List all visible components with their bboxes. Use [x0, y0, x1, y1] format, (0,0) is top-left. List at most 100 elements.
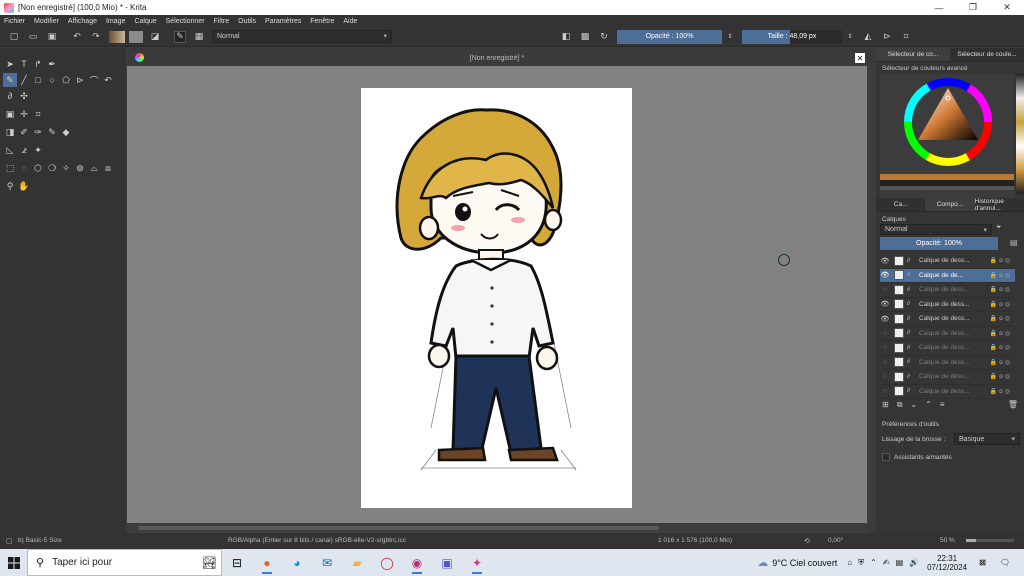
mirror-horizontal-icon[interactable]: ◭: [862, 31, 874, 43]
layer-name[interactable]: Calque de dess...: [919, 359, 990, 366]
document-tab[interactable]: [Non enregistré] * ✕: [127, 50, 867, 66]
layer-menu-icon[interactable]: ▤: [1010, 238, 1018, 247]
zoom-tool-icon[interactable]: ⚲: [3, 179, 17, 193]
menu-outils[interactable]: Outils: [238, 18, 256, 25]
opera-gx-icon[interactable]: ◉: [402, 549, 432, 576]
visibility-eye-icon[interactable]: ○: [880, 330, 890, 337]
open-folder-icon[interactable]: ▭: [27, 31, 39, 43]
bezier-tool-icon[interactable]: ⌒: [87, 73, 101, 87]
freehand-select-icon[interactable]: ❍: [45, 161, 59, 175]
layer-row[interactable]: ○ ∂ Calque de dess... 🔒α◎: [880, 356, 1015, 370]
layer-flags-icon[interactable]: 🔒α◎: [990, 272, 1015, 279]
polyline-tool-icon[interactable]: ⊳: [73, 73, 87, 87]
add-layer-icon[interactable]: ⊞: [882, 400, 889, 410]
edge-icon[interactable]: ◕: [282, 549, 312, 576]
security-icon[interactable]: ⛨: [858, 558, 864, 568]
transform-tool-icon[interactable]: ▣: [3, 107, 17, 121]
menu-affichage[interactable]: Affichage: [68, 18, 97, 25]
layer-name[interactable]: Calque de dess...: [919, 373, 990, 380]
brush-preset-status[interactable]: b) Basic-5 Size: [18, 537, 62, 544]
advanced-color-selector[interactable]: [880, 74, 1014, 208]
layer-row[interactable]: ○ ∂ Calque de dess... 🔒α◎: [880, 327, 1015, 341]
menu-image[interactable]: Image: [106, 18, 125, 25]
duplicate-layer-icon[interactable]: ⧉: [897, 400, 903, 410]
volume-icon[interactable]: 🔊: [909, 558, 919, 567]
layer-row[interactable]: ○ ∂ Calque de dess... 🔒α◎: [880, 283, 1015, 298]
magnetic-select-icon[interactable]: ⧈: [101, 161, 115, 175]
visibility-eye-icon[interactable]: 👁: [880, 300, 890, 308]
new-document-icon[interactable]: ▢: [8, 31, 20, 43]
opacity-stepper[interactable]: ⇕: [724, 31, 736, 43]
weather-text[interactable]: 9°C Ciel couvert: [772, 558, 837, 568]
visibility-eye-icon[interactable]: 👁: [880, 257, 890, 265]
color-wheel[interactable]: [880, 74, 1014, 208]
visibility-eye-icon[interactable]: 👁: [880, 271, 890, 279]
layer-name[interactable]: Calque de dess...: [919, 257, 990, 264]
layer-row[interactable]: ○ ∂ Calque de dess... 🔒α◎: [880, 370, 1015, 385]
menu-fenetre[interactable]: Fenêtre: [310, 18, 334, 25]
layer-properties-icon[interactable]: ≡: [940, 400, 945, 410]
brush-settings-icon[interactable]: ▦: [193, 31, 205, 43]
rectangle-tool-icon[interactable]: □: [31, 73, 45, 87]
mirror-vertical-icon[interactable]: ⊳: [881, 31, 893, 43]
krita-taskbar-icon[interactable]: ✦: [462, 549, 492, 576]
tab-color-selector[interactable]: Sélecteur de co...: [876, 48, 950, 62]
layers-opacity-slider[interactable]: Opacité: 100%: [880, 237, 998, 250]
app-tray-icon[interactable]: ⊠: [979, 558, 986, 567]
network-icon[interactable]: ▤: [896, 558, 904, 567]
gradient-tool-icon[interactable]: ◨: [3, 125, 17, 139]
filter-icon[interactable]: ⏷: [996, 224, 1002, 232]
pen-icon[interactable]: ✍: [883, 558, 890, 567]
maximize-button[interactable]: ❐: [956, 0, 990, 15]
teams-icon[interactable]: ▣: [432, 549, 462, 576]
move-layer-down-icon[interactable]: ⌄: [910, 400, 917, 410]
move-tool-icon[interactable]: ✛: [17, 107, 31, 121]
layer-name[interactable]: Calque de dess...: [919, 330, 990, 337]
ellipse-tool-icon[interactable]: ○: [45, 73, 59, 87]
visibility-eye-icon[interactable]: ○: [880, 373, 890, 380]
rotation-reset-icon[interactable]: ⟲: [804, 537, 810, 545]
close-document-button[interactable]: ✕: [855, 53, 865, 63]
pattern-swatch[interactable]: [129, 30, 143, 43]
size-stepper[interactable]: ⇕: [844, 31, 856, 43]
menu-fichier[interactable]: Fichier: [4, 18, 25, 25]
task-view-icon[interactable]: ⊟: [222, 549, 252, 576]
layer-flags-icon[interactable]: 🔒α◎: [990, 315, 1015, 322]
notifications-icon[interactable]: 🗨: [1000, 558, 1010, 567]
layer-flags-icon[interactable]: 🔒α◎: [990, 257, 1015, 264]
tray-chevron-icon[interactable]: ⌃: [870, 558, 877, 567]
visibility-eye-icon[interactable]: ○: [880, 344, 890, 351]
minimize-button[interactable]: —: [922, 0, 956, 15]
tab-compositions[interactable]: Compo...: [925, 198, 975, 212]
menu-calque[interactable]: Calque: [134, 18, 156, 25]
layer-row[interactable]: 👁 ∂ Calque de dess... 🔒α◎: [880, 312, 1015, 327]
tab-undo-history[interactable]: Historique d'annul...: [974, 198, 1024, 212]
colorize-mask-icon[interactable]: ✑: [31, 125, 45, 139]
close-window-button[interactable]: ✕: [990, 0, 1024, 15]
vertical-scrollbar[interactable]: [867, 66, 876, 523]
line-tool-icon[interactable]: ╱: [17, 73, 31, 87]
fg-bg-color-icon[interactable]: ◪: [149, 31, 161, 43]
layer-row[interactable]: ○ ∂ Calque de dess... 🔒α◎: [880, 385, 1015, 399]
layer-row[interactable]: 👁 ∂ Calque de de... 🔒α◎: [880, 268, 1015, 283]
undo-icon[interactable]: ↶: [71, 31, 83, 43]
taskbar-search-box[interactable]: ⚲ Taper ici pour 🏞: [27, 549, 222, 576]
scroll-thumb[interactable]: [139, 526, 659, 530]
text-tool-icon[interactable]: T: [17, 57, 31, 71]
rotation-status[interactable]: 0,00°: [828, 537, 843, 544]
rect-select-icon[interactable]: ⬚: [3, 161, 17, 175]
clock[interactable]: 22:31 07/12/2024: [927, 554, 967, 572]
opera-icon[interactable]: ◯: [372, 549, 402, 576]
layer-name[interactable]: Calque de dess...: [919, 344, 990, 351]
snap-assistants-checkbox[interactable]: [882, 453, 890, 461]
weather-icon[interactable]: ☁: [757, 556, 768, 569]
zoom-status[interactable]: 50 %: [940, 537, 955, 544]
visibility-eye-icon[interactable]: ○: [880, 388, 890, 395]
layer-flags-icon[interactable]: 🔒α◎: [990, 286, 1015, 293]
layer-flags-icon[interactable]: 🔒α◎: [990, 330, 1015, 337]
menu-modifier[interactable]: Modifier: [34, 18, 59, 25]
firefox-icon[interactable]: ●: [252, 549, 282, 576]
smart-patch-icon[interactable]: ✎: [45, 125, 59, 139]
polygon-select-icon[interactable]: ⬡: [31, 161, 45, 175]
select-shapes-icon[interactable]: ➤: [3, 57, 17, 71]
